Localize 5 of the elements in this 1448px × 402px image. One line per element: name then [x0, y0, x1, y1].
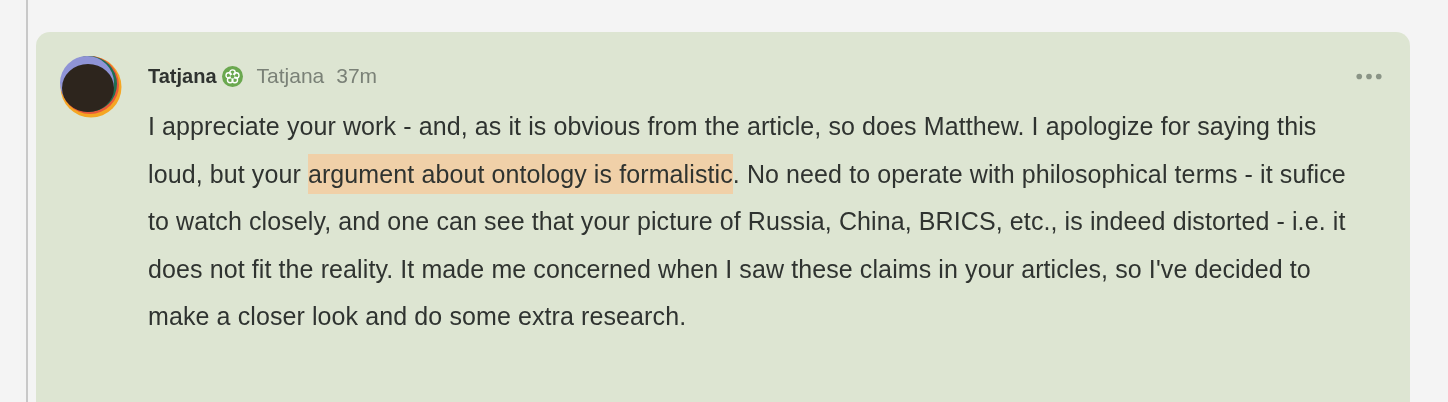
- author-handle[interactable]: Tatjana: [256, 64, 325, 88]
- author-name[interactable]: Tatjana: [148, 64, 217, 88]
- comment-text: I appreciate your work - and, as it is obvious from the article, so does Matthew. I apologize for saying this loud, but your argument about ontology is formalistic. No need to operate with philosophical terms - it sufice to watch closely, and one can see that your picture of Russia, China, BRICS, etc., is indeed distorted - i.e. it does not fit the reality. It made me concerned when I saw these claims in your articles, so I've decided to make a closer look and do some extra research.: [148, 111, 1347, 332]
- avatar-icon[interactable]: [60, 56, 122, 118]
- comment-time[interactable]: 37m: [336, 64, 378, 88]
